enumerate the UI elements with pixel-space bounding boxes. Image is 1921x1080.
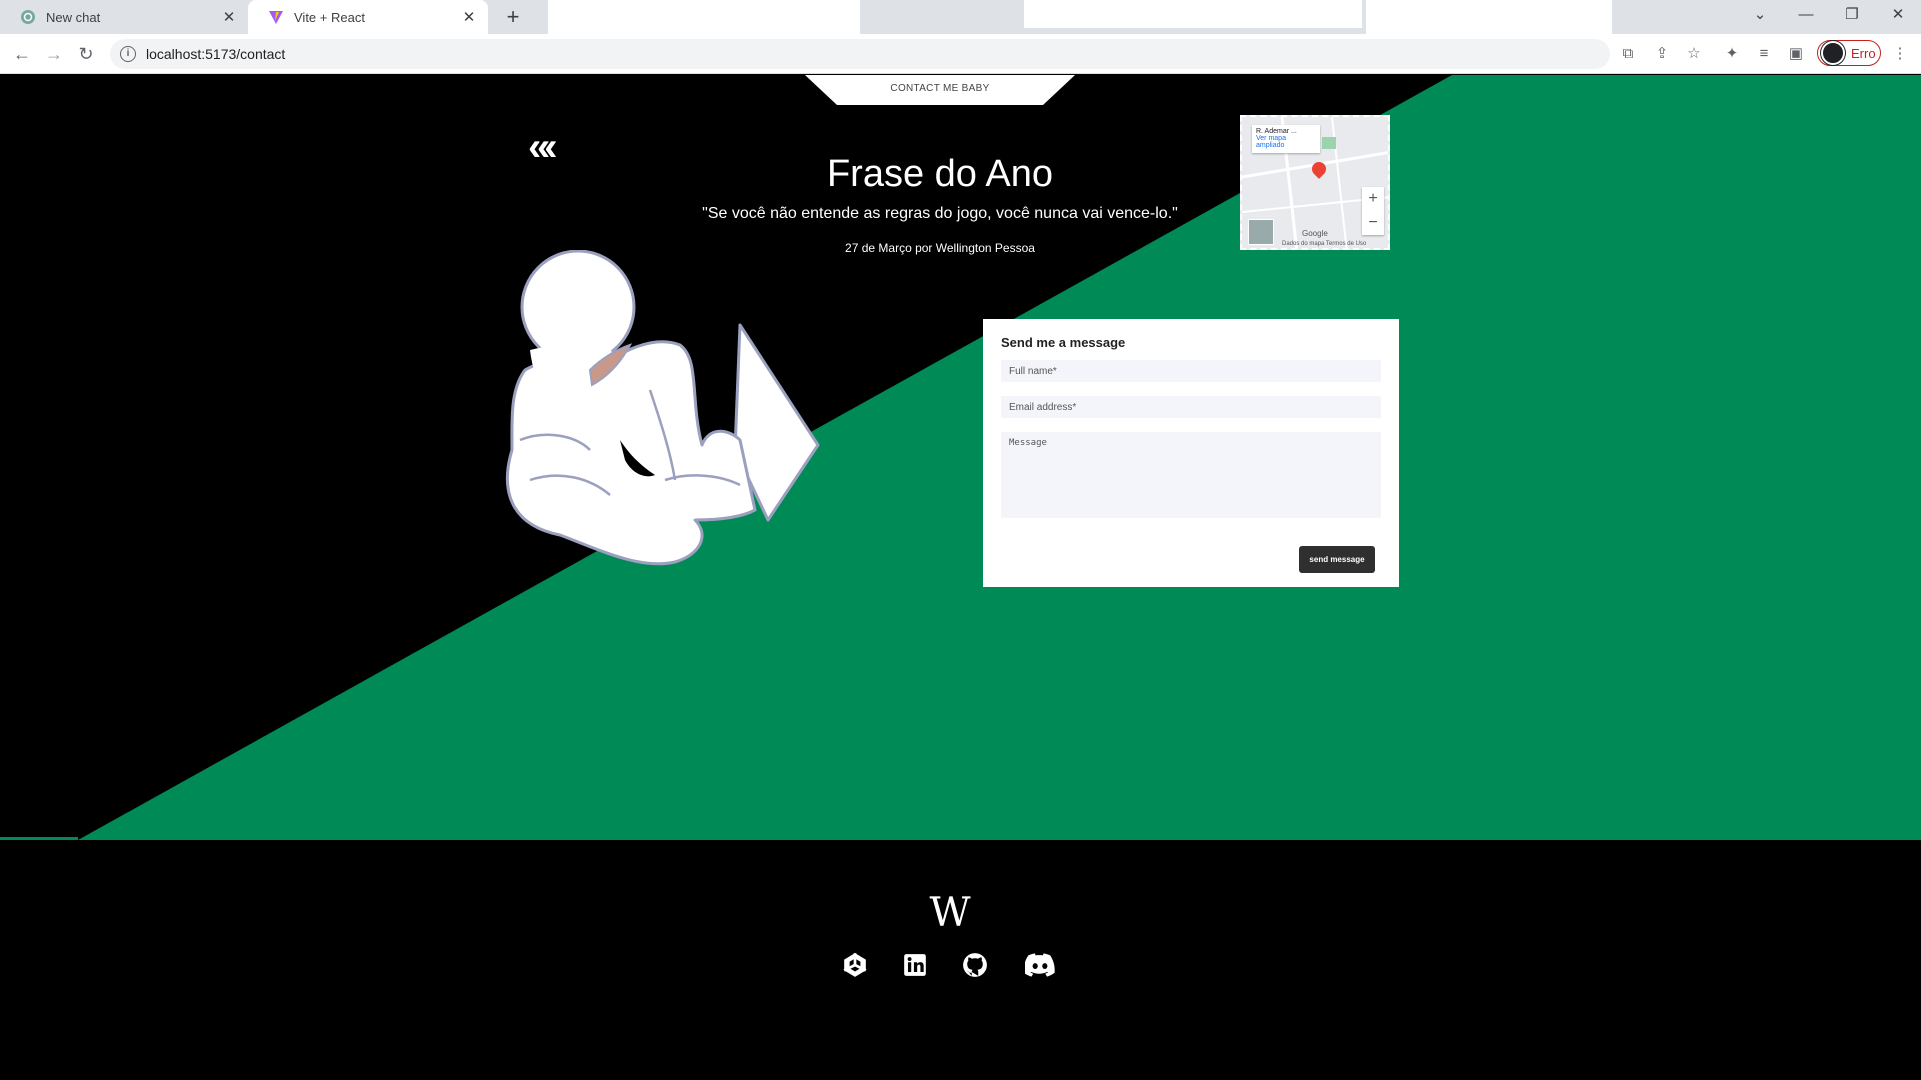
zoom-out-button[interactable]: − (1362, 211, 1384, 235)
email-placeholder: Email address* (1009, 401, 1077, 413)
person-laptop-illustration (505, 250, 820, 566)
satellite-toggle[interactable] (1248, 219, 1274, 245)
profile-button[interactable]: Erro (1817, 40, 1881, 66)
extensions-icon[interactable]: ✦ (1718, 40, 1746, 68)
nav-contact-link[interactable]: CONTACT ME BABY (805, 83, 1075, 94)
back-arrow-icon[interactable]: ← (8, 40, 36, 68)
full-name-placeholder: Full name* (1009, 365, 1057, 377)
tab-label: Vite + React (294, 9, 365, 25)
full-name-field[interactable]: Full name* (1001, 360, 1381, 382)
vite-icon (269, 11, 283, 24)
chatgpt-icon (21, 10, 35, 24)
menu-icon[interactable]: ⋮ (1886, 40, 1914, 68)
restore-button[interactable]: ❐ (1829, 0, 1875, 34)
google-logo: Google (1302, 229, 1328, 238)
address-bar[interactable]: i localhost:5173/contact (110, 39, 1610, 69)
message-field[interactable]: Message (1001, 432, 1381, 518)
bookmark-star-icon[interactable]: ☆ (1680, 40, 1708, 68)
new-tab-button[interactable]: + (500, 4, 526, 30)
form-title: Send me a message (1001, 335, 1126, 350)
google-map-embed[interactable]: R. Ademar ... Ver mapa ampliado + − Goog… (1240, 115, 1390, 250)
forward-arrow-icon[interactable]: → (40, 40, 68, 68)
profile-label: Erro (1851, 45, 1876, 61)
unity-icon[interactable] (842, 952, 868, 978)
reading-list-icon[interactable]: ≡ (1750, 40, 1778, 68)
map-expand-link[interactable]: Ver mapa ampliado (1256, 135, 1316, 149)
linkedin-icon[interactable] (902, 952, 928, 978)
map-zoom-control: + − (1362, 187, 1384, 235)
discord-icon[interactable] (1025, 952, 1055, 978)
email-field[interactable]: Email address* (1001, 396, 1381, 418)
footer: W (0, 840, 1921, 1080)
site-info-icon[interactable]: i (120, 46, 136, 62)
url-text: localhost:5173/contact (146, 46, 286, 62)
zoom-in-button[interactable]: + (1362, 187, 1384, 211)
map-place-name: R. Ademar ... (1256, 128, 1297, 135)
tab-search-icon[interactable]: ⌄ (1737, 0, 1783, 34)
render-artifact (1024, 0, 1362, 28)
message-placeholder: Message (1009, 438, 1047, 448)
map-attribution[interactable]: Dados do mapa Termos de Uso (1282, 241, 1366, 247)
quote-text: "Se você não entende as regras do jogo, … (702, 205, 1178, 222)
footer-logo[interactable]: W (920, 890, 980, 936)
contact-form: Send me a message Full name* Email addre… (983, 319, 1399, 587)
send-message-button[interactable]: send message (1299, 546, 1375, 573)
side-panel-icon[interactable]: ▣ (1782, 40, 1810, 68)
reload-icon[interactable]: ↻ (72, 40, 100, 68)
minimize-button[interactable]: — (1783, 0, 1829, 34)
share-icon[interactable]: ⇪ (1648, 40, 1676, 68)
close-window-button[interactable]: ✕ (1875, 0, 1921, 34)
map-place-card: R. Ademar ... Ver mapa ampliado (1252, 125, 1320, 153)
triple-chevron-left-icon[interactable]: «‹ (528, 125, 557, 170)
contact-page: CONTACT ME BABY «‹ Frase do Ano "Se você… (0, 75, 1921, 1080)
browser-tab-strip: New chat ✕ Vite + React ✕ + ⌄ — ❐ ✕ (0, 0, 1921, 58)
tab-vite-react[interactable]: Vite + React ✕ (248, 0, 488, 34)
browser-toolbar: ← → ↻ i localhost:5173/contact ⧉ ⇪ ☆ ✦ ≡… (0, 34, 1921, 74)
tab-label: New chat (46, 9, 101, 25)
translate-icon[interactable]: ⧉ (1614, 40, 1642, 68)
close-tab-icon[interactable]: ✕ (460, 8, 478, 26)
quote-title: Frase do Ano (826, 153, 1054, 195)
avatar (1821, 41, 1845, 65)
github-icon[interactable] (962, 952, 988, 978)
tab-new-chat[interactable]: New chat ✕ (0, 0, 248, 34)
close-tab-icon[interactable]: ✕ (220, 8, 238, 26)
